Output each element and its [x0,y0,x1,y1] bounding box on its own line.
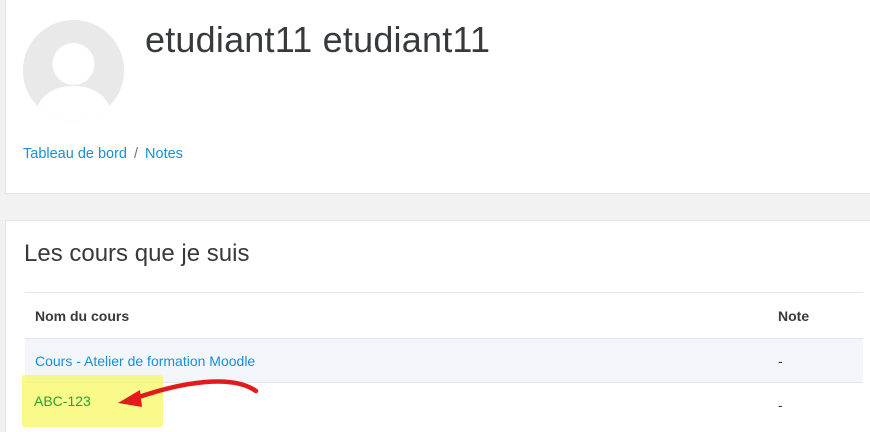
breadcrumb: Tableau de bord / Notes [23,146,183,162]
column-header-grade[interactable]: Note [778,293,809,339]
breadcrumb-separator: / [134,146,139,162]
breadcrumb-grades-link[interactable]: Notes [145,146,183,162]
breadcrumb-dashboard-link[interactable]: Tableau de bord [23,146,127,162]
column-header-course[interactable]: Nom du cours [35,293,129,339]
red-arrow-icon [118,379,259,407]
grade-cell: - [778,353,783,369]
table-header-row: Nom du cours Note [25,292,863,338]
section-title: Les cours que je suis [24,240,250,267]
user-avatar-icon[interactable] [23,20,124,121]
page-header: etudiant11 etudiant11 Tableau de bord / … [5,0,870,194]
course-link-highlighted[interactable]: ABC-123 [34,393,91,409]
page-title: etudiant11 etudiant11 [145,19,491,60]
grade-cell: - [778,397,783,413]
course-link[interactable]: Cours - Atelier de formation Moodle [35,353,255,369]
